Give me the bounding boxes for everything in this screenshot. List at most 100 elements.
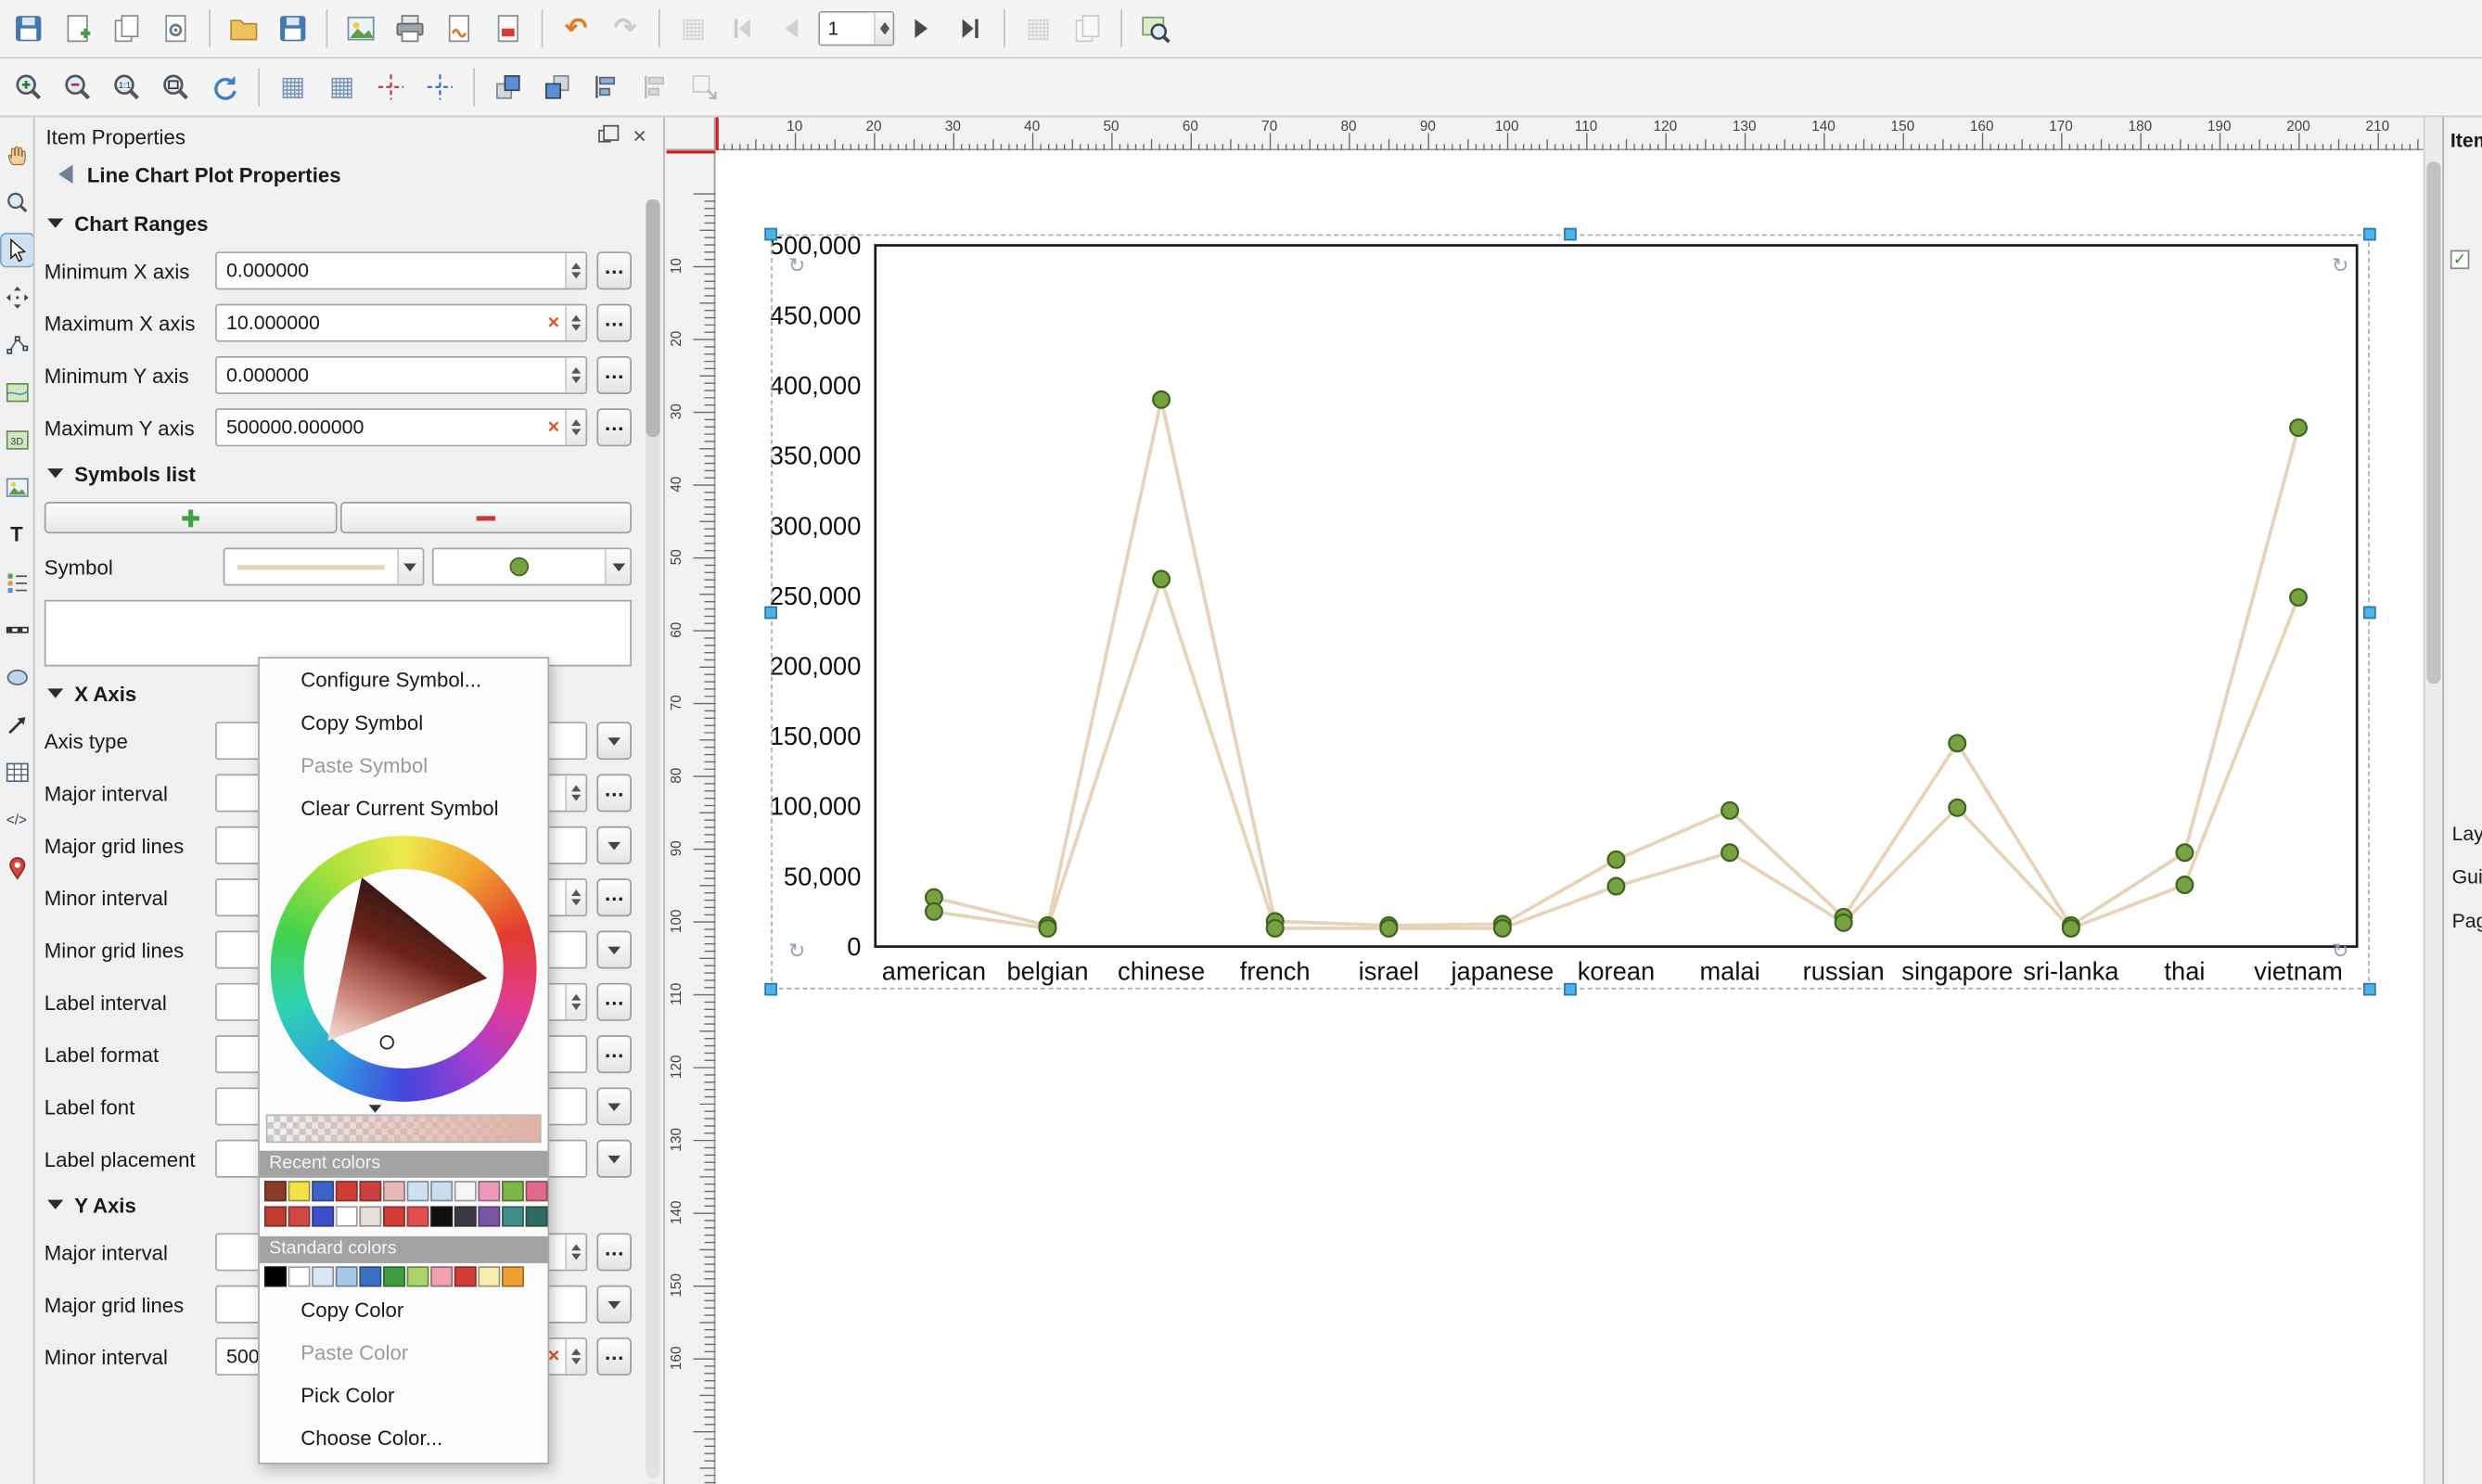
selection-handle[interactable] — [764, 228, 777, 241]
color-swatch[interactable] — [264, 1266, 287, 1286]
next-feature-button[interactable] — [899, 6, 943, 51]
major-interval-override-button[interactable] — [596, 774, 632, 812]
minimum-x-axis-input[interactable]: 0.000000 — [215, 251, 587, 289]
maximum-y-axis-override-button[interactable] — [596, 408, 632, 446]
selection-handle[interactable] — [2363, 228, 2376, 241]
selection-handle[interactable] — [1564, 983, 1577, 996]
add-shape-tool[interactable] — [1, 661, 32, 693]
last-feature-button[interactable] — [948, 6, 992, 51]
color-swatch[interactable] — [288, 1181, 311, 1201]
color-swatch[interactable] — [502, 1181, 524, 1201]
label-format-override-button[interactable] — [596, 1035, 632, 1073]
ruler-top[interactable]: 1020304050607080901001101201301401501601… — [715, 117, 2423, 150]
color-swatch[interactable] — [478, 1181, 500, 1201]
dock-tab-guides[interactable]: Guides — [2452, 866, 2482, 889]
color-selector-dot[interactable] — [380, 1035, 394, 1049]
spin-steppers[interactable] — [565, 880, 585, 915]
print-button[interactable] — [388, 6, 432, 51]
color-swatch[interactable] — [430, 1181, 453, 1201]
color-swatch[interactable] — [359, 1266, 381, 1286]
color-swatch[interactable] — [383, 1266, 405, 1286]
color-swatch[interactable] — [526, 1181, 548, 1201]
color-swatch[interactable] — [288, 1266, 311, 1286]
save-button[interactable] — [271, 6, 315, 51]
spin-steppers[interactable] — [565, 253, 585, 288]
color-swatch[interactable] — [526, 1206, 548, 1226]
add-label-tool[interactable]: T — [1, 519, 32, 551]
spin-steppers[interactable] — [565, 1339, 585, 1375]
spin-steppers[interactable] — [565, 358, 585, 393]
spin-steppers[interactable] — [565, 410, 585, 445]
scrollbar-thumb[interactable] — [2426, 161, 2440, 684]
maximum-x-axis-input[interactable]: 10.000000 — [215, 304, 587, 342]
undo-button[interactable]: ↶ — [554, 6, 598, 51]
symbol-marker-dropdown[interactable] — [431, 547, 632, 585]
label-placement-dropdown-button[interactable] — [596, 1140, 632, 1178]
item-visibility-checkbox[interactable] — [2450, 250, 2469, 269]
layout-manager-button[interactable] — [154, 6, 198, 51]
zoom-to-region-button[interactable] — [1133, 6, 1178, 51]
minimum-y-axis-override-button[interactable] — [596, 356, 632, 394]
smart-guides-button[interactable] — [418, 65, 463, 109]
minimum-y-axis-input[interactable]: 0.000000 — [215, 356, 587, 394]
menu-item-copy-color[interactable]: Copy Color — [260, 1288, 548, 1331]
color-shade-slider[interactable] — [266, 1114, 542, 1143]
color-swatch[interactable] — [478, 1206, 500, 1226]
add-html-tool[interactable]: </> — [1, 804, 32, 836]
color-swatch[interactable] — [336, 1181, 358, 1201]
menu-item-clear-current-symbol[interactable]: Clear Current Symbol — [260, 787, 548, 829]
color-swatch[interactable] — [454, 1206, 477, 1226]
major-grid-lines-dropdown-button[interactable] — [596, 1286, 632, 1324]
export-pdf-button[interactable] — [486, 6, 531, 51]
color-swatch[interactable] — [478, 1266, 500, 1286]
color-swatch[interactable] — [430, 1206, 453, 1226]
add-map-tool[interactable] — [1, 377, 32, 408]
menu-item-choose-color[interactable]: Choose Color... — [260, 1416, 548, 1459]
axis-type-dropdown-button[interactable] — [596, 722, 632, 760]
zoom-in-button[interactable] — [6, 65, 51, 109]
close-panel-icon[interactable] — [627, 123, 652, 148]
symbols-list-group-header[interactable]: Symbols list — [47, 462, 632, 486]
color-swatch[interactable] — [312, 1266, 334, 1286]
zoom-full-button[interactable] — [154, 65, 198, 109]
zoom-actual-button[interactable]: 1:1 — [105, 65, 149, 109]
selection-handle[interactable] — [1564, 228, 1577, 241]
new-layout-button[interactable] — [56, 6, 100, 51]
edit-nodes-tool[interactable] — [1, 329, 32, 361]
color-swatch[interactable] — [264, 1206, 287, 1226]
minimum-x-axis-override-button[interactable] — [596, 251, 632, 289]
spin-steppers[interactable] — [565, 305, 585, 340]
open-button[interactable] — [222, 6, 266, 51]
color-swatch[interactable] — [288, 1206, 311, 1226]
menu-item-configure-symbol[interactable]: Configure Symbol... — [260, 659, 548, 701]
export-svg-button[interactable] — [437, 6, 481, 51]
maximum-x-axis-override-button[interactable] — [596, 304, 632, 342]
color-swatch[interactable] — [407, 1206, 429, 1226]
color-swatch[interactable] — [502, 1266, 524, 1286]
selection-handle[interactable] — [2363, 606, 2376, 619]
add-3d-map-tool[interactable]: 3D — [1, 424, 32, 455]
minor-interval-override-button[interactable] — [596, 1337, 632, 1375]
color-swatch[interactable] — [407, 1266, 429, 1286]
color-swatch[interactable] — [383, 1181, 405, 1201]
raise-items-button[interactable] — [486, 65, 531, 109]
color-swatch[interactable] — [383, 1206, 405, 1226]
minor-grid-lines-dropdown-button[interactable] — [596, 930, 632, 968]
add-table-tool[interactable] — [1, 757, 32, 788]
add-picture-tool[interactable] — [1, 472, 32, 504]
color-swatch[interactable] — [312, 1181, 334, 1201]
color-swatch[interactable] — [312, 1206, 334, 1226]
minor-interval-override-button[interactable] — [596, 878, 632, 916]
zoom-out-button[interactable] — [56, 65, 100, 109]
chart-ranges-group-header[interactable]: Chart Ranges — [47, 212, 632, 237]
color-swatch[interactable] — [359, 1206, 381, 1226]
line-chart-item[interactable]: 050,000100,000150,000200,000250,000300,0… — [771, 235, 2370, 990]
color-swatch[interactable] — [407, 1181, 429, 1201]
color-swatch[interactable] — [454, 1266, 477, 1286]
dock-tab-page[interactable]: Page — [2452, 910, 2482, 932]
page-number-input[interactable]: 1 — [818, 11, 894, 46]
color-swatch[interactable] — [454, 1181, 477, 1201]
ruler-left[interactable]: 102030405060708090100110120130140150160 — [666, 150, 715, 1484]
major-interval-override-button[interactable] — [596, 1233, 632, 1271]
spin-steppers[interactable] — [565, 985, 585, 1020]
